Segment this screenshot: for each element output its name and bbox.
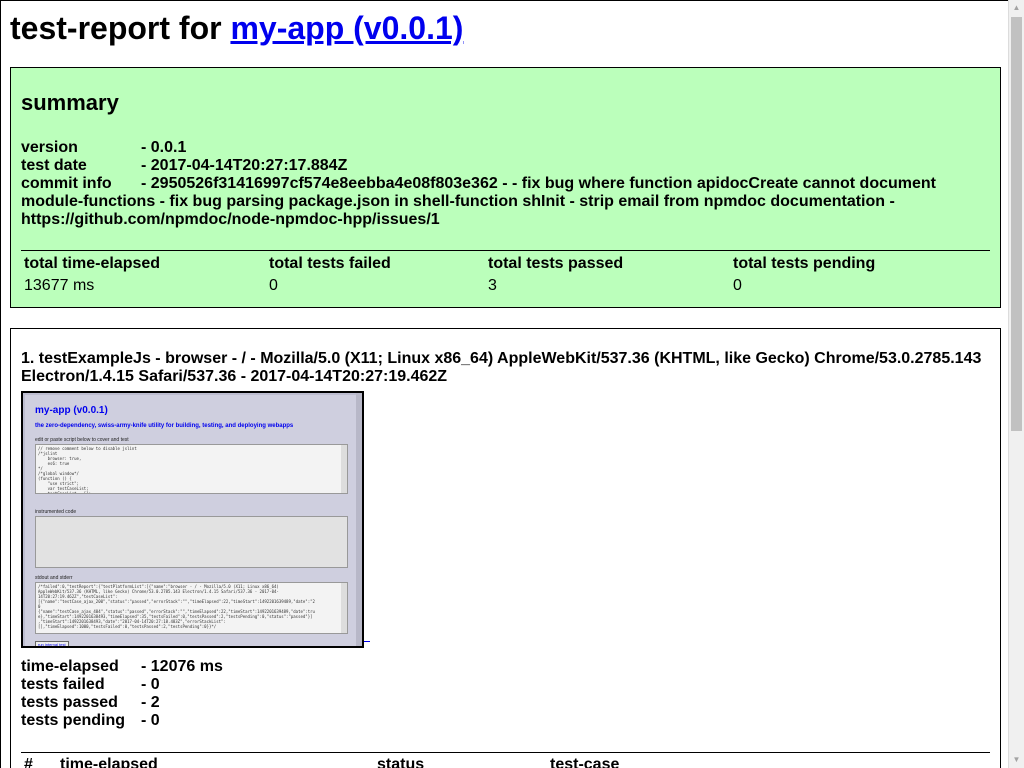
field-value: - 0.0.1: [141, 139, 187, 156]
total-time-elapsed-label: total time-elapsed: [24, 255, 161, 272]
scroll-up-arrow-icon[interactable]: ▲: [1009, 0, 1024, 16]
screenshot-link[interactable]: my-app (v0.0.1) the zero-dependency, swi…: [21, 391, 371, 659]
total-tests-failed-label: total tests failed: [269, 255, 391, 272]
column-header-number: #: [24, 756, 33, 768]
stat-value: - 2: [141, 694, 160, 711]
field-label: commit info: [21, 175, 112, 192]
report-page: test-report for my-app (v0.0.1) summary …: [0, 0, 1008, 768]
screenshot-instrumented-box: [35, 516, 348, 568]
field-value: - 2950526f31416997cf574e8eebba4e08f803e3…: [21, 175, 936, 228]
stat-label: tests passed: [21, 694, 118, 711]
total-tests-passed: total tests passed 3: [488, 255, 623, 295]
screenshot-page: my-app (v0.0.1) the zero-dependency, swi…: [25, 395, 358, 646]
total-tests-pending-value: 0: [733, 277, 742, 294]
total-tests-failed-value: 0: [269, 277, 278, 294]
test-platform-panel: 1. testExampleJs - browser - / - Mozilla…: [10, 328, 1001, 768]
stat-value: - 0: [141, 676, 160, 693]
total-tests-passed-label: total tests passed: [488, 255, 624, 272]
screenshot-thumbnail: my-app (v0.0.1) the zero-dependency, swi…: [21, 391, 364, 648]
total-time-elapsed-value: 13677 ms: [24, 277, 95, 294]
stat-tests-passed: tests passed - 2: [21, 694, 223, 712]
field-label: test date: [21, 157, 87, 174]
screenshot-editor-label: edit or paste script below to cover and …: [35, 437, 129, 443]
total-tests-failed: total tests failed 0: [269, 255, 391, 295]
screenshot-link-underline: [364, 641, 370, 642]
screenshot-stdout-text: /*failed":0,"testReport":{"testPlatformL…: [38, 584, 315, 629]
stat-label: time-elapsed: [21, 658, 119, 675]
stat-label: tests failed: [21, 676, 105, 693]
screenshot-stdout: /*failed":0,"testReport":{"testPlatformL…: [35, 582, 348, 634]
total-tests-pending-label: total tests pending: [733, 255, 876, 272]
total-tests-pending: total tests pending 0: [733, 255, 875, 295]
screenshot-stdout-scrollbar: [341, 583, 347, 633]
test-platform-stats: time-elapsed - 12076 ms tests failed - 0 t…: [21, 658, 223, 730]
total-time-elapsed: total time-elapsed 13677 ms: [24, 255, 160, 295]
screenshot-editor-scrollbar: [341, 445, 347, 493]
scroll-down-arrow-icon[interactable]: ▼: [1009, 752, 1024, 768]
summary-panel: summary version - 0.0.1 test date - 2017-0…: [10, 67, 1001, 308]
stat-label: tests pending: [21, 712, 126, 729]
screenshot-page-scrollbar: [356, 393, 362, 646]
screenshot-stdout-label: stdout and stderr: [35, 575, 73, 581]
screenshot-description: the zero-dependency, swiss-army-knife ut…: [35, 423, 294, 429]
total-tests-passed-value: 3: [488, 277, 497, 294]
test-cases-divider: [21, 752, 990, 753]
column-header-test-case: test-case: [550, 756, 620, 768]
summary-test-date-row: test date - 2017-04-14T20:27:17.884Z: [21, 157, 981, 175]
screenshot-app-title: my-app (v0.0.1): [35, 405, 108, 416]
stat-tests-failed: tests failed - 0: [21, 676, 223, 694]
column-header-status: status: [377, 756, 425, 768]
summary-commit-info-row: commit info - 2950526f31416997cf574e8eebb…: [21, 175, 981, 229]
app-link[interactable]: my-app (v0.0.1): [230, 10, 463, 46]
column-header-time-elapsed: time-elapsed: [60, 756, 158, 768]
page-title-prefix: test-report for: [10, 10, 231, 46]
stat-value: - 12076 ms: [141, 658, 223, 675]
stat-value: - 0: [141, 712, 160, 729]
summary-heading: summary: [21, 90, 119, 115]
screenshot-editor-code: // remove comment below to disable jslin…: [38, 446, 137, 494]
stat-time-elapsed: time-elapsed - 12076 ms: [21, 658, 223, 676]
field-value: - 2017-04-14T20:27:17.884Z: [141, 157, 348, 174]
summary-fields: version - 0.0.1 test date - 2017-04-14T20:…: [21, 139, 981, 229]
scrollbar-thumb[interactable]: [1011, 17, 1022, 431]
summary-version-row: version - 0.0.1: [21, 139, 981, 157]
vertical-scrollbar[interactable]: ▲ ▼: [1008, 0, 1024, 768]
screenshot-instrumented-label: instrumented code: [35, 509, 77, 515]
field-label: version: [21, 139, 78, 156]
page-title: test-report for my-app (v0.0.1): [10, 9, 463, 47]
summary-divider: [21, 250, 990, 251]
test-platform-title: 1. testExampleJs - browser - / - Mozilla…: [21, 350, 982, 385]
screenshot-editor: // remove comment below to disable jslin…: [35, 444, 348, 494]
stat-tests-pending: tests pending - 0: [21, 712, 223, 730]
screenshot-run-button: run internal test: [35, 641, 69, 646]
